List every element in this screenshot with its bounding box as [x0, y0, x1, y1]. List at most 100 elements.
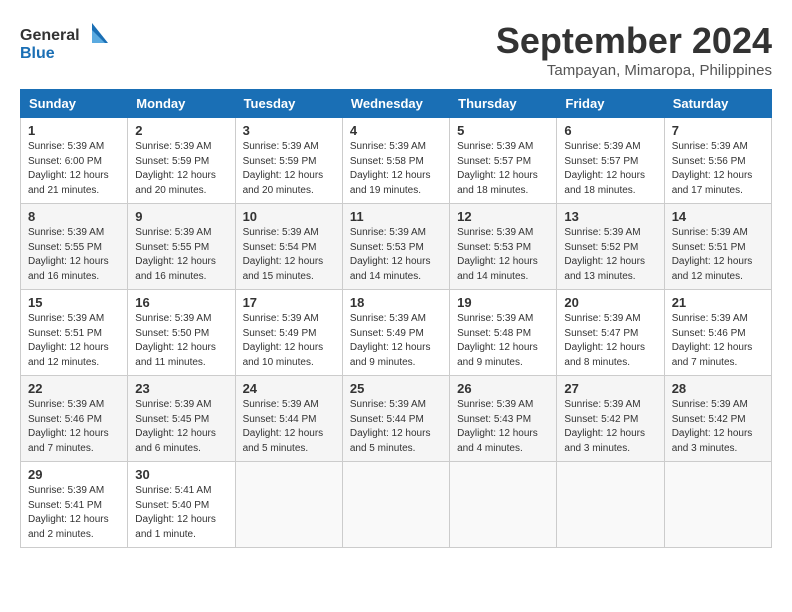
calendar-cell: 6 Sunrise: 5:39 AM Sunset: 5:57 PM Dayli… — [557, 118, 664, 204]
day-info: Sunrise: 5:39 AM Sunset: 5:43 PM Dayligh… — [457, 398, 549, 456]
calendar-cell: 1 Sunrise: 5:39 AM Sunset: 6:00 PM Dayli… — [21, 118, 128, 204]
calendar-cell: 15 Sunrise: 5:39 AM Sunset: 5:51 PM Dayl… — [21, 290, 128, 376]
calendar-cell: 4 Sunrise: 5:39 AM Sunset: 5:58 PM Dayli… — [342, 118, 449, 204]
day-info: Sunrise: 5:39 AM Sunset: 5:52 PM Dayligh… — [564, 226, 656, 284]
day-info: Sunrise: 5:39 AM Sunset: 5:50 PM Dayligh… — [135, 312, 227, 370]
calendar-cell: 8 Sunrise: 5:39 AM Sunset: 5:55 PM Dayli… — [21, 204, 128, 290]
calendar-cell: 7 Sunrise: 5:39 AM Sunset: 5:56 PM Dayli… — [664, 118, 771, 204]
weekday-header-row: Sunday Monday Tuesday Wednesday Thursday… — [21, 90, 772, 118]
day-number: 24 — [243, 381, 335, 396]
day-number: 21 — [672, 295, 764, 310]
calendar-cell: 9 Sunrise: 5:39 AM Sunset: 5:55 PM Dayli… — [128, 204, 235, 290]
day-number: 15 — [28, 295, 120, 310]
calendar-cell: 18 Sunrise: 5:39 AM Sunset: 5:49 PM Dayl… — [342, 290, 449, 376]
calendar-cell: 21 Sunrise: 5:39 AM Sunset: 5:46 PM Dayl… — [664, 290, 771, 376]
calendar-cell: 5 Sunrise: 5:39 AM Sunset: 5:57 PM Dayli… — [450, 118, 557, 204]
day-info: Sunrise: 5:39 AM Sunset: 5:44 PM Dayligh… — [350, 398, 442, 456]
day-number: 12 — [457, 209, 549, 224]
day-info: Sunrise: 5:39 AM Sunset: 5:45 PM Dayligh… — [135, 398, 227, 456]
day-number: 27 — [564, 381, 656, 396]
calendar-cell: 25 Sunrise: 5:39 AM Sunset: 5:44 PM Dayl… — [342, 376, 449, 462]
header-monday: Monday — [128, 90, 235, 118]
calendar-cell: 27 Sunrise: 5:39 AM Sunset: 5:42 PM Dayl… — [557, 376, 664, 462]
calendar-table: Sunday Monday Tuesday Wednesday Thursday… — [20, 89, 772, 548]
calendar-cell: 29 Sunrise: 5:39 AM Sunset: 5:41 PM Dayl… — [21, 462, 128, 548]
day-info: Sunrise: 5:39 AM Sunset: 5:46 PM Dayligh… — [672, 312, 764, 370]
calendar-row-5: 29 Sunrise: 5:39 AM Sunset: 5:41 PM Dayl… — [21, 462, 772, 548]
calendar-cell: 26 Sunrise: 5:39 AM Sunset: 5:43 PM Dayl… — [450, 376, 557, 462]
page-header: General Blue September 2024 Tampayan, Mi… — [20, 20, 772, 79]
day-number: 20 — [564, 295, 656, 310]
day-info: Sunrise: 5:39 AM Sunset: 5:42 PM Dayligh… — [672, 398, 764, 456]
calendar-cell: 22 Sunrise: 5:39 AM Sunset: 5:46 PM Dayl… — [21, 376, 128, 462]
day-number: 13 — [564, 209, 656, 224]
day-number: 5 — [457, 123, 549, 138]
calendar-cell: 17 Sunrise: 5:39 AM Sunset: 5:49 PM Dayl… — [235, 290, 342, 376]
day-info: Sunrise: 5:39 AM Sunset: 5:42 PM Dayligh… — [564, 398, 656, 456]
calendar-cell — [557, 462, 664, 548]
header-thursday: Thursday — [450, 90, 557, 118]
day-number: 25 — [350, 381, 442, 396]
calendar-cell — [235, 462, 342, 548]
day-info: Sunrise: 5:39 AM Sunset: 5:55 PM Dayligh… — [135, 226, 227, 284]
day-info: Sunrise: 5:41 AM Sunset: 5:40 PM Dayligh… — [135, 484, 227, 542]
day-info: Sunrise: 5:39 AM Sunset: 5:44 PM Dayligh… — [243, 398, 335, 456]
day-info: Sunrise: 5:39 AM Sunset: 5:53 PM Dayligh… — [350, 226, 442, 284]
day-info: Sunrise: 5:39 AM Sunset: 5:47 PM Dayligh… — [564, 312, 656, 370]
day-info: Sunrise: 5:39 AM Sunset: 5:59 PM Dayligh… — [135, 140, 227, 198]
day-number: 1 — [28, 123, 120, 138]
day-number: 8 — [28, 209, 120, 224]
day-info: Sunrise: 5:39 AM Sunset: 6:00 PM Dayligh… — [28, 140, 120, 198]
day-number: 18 — [350, 295, 442, 310]
day-info: Sunrise: 5:39 AM Sunset: 5:49 PM Dayligh… — [350, 312, 442, 370]
day-info: Sunrise: 5:39 AM Sunset: 5:51 PM Dayligh… — [672, 226, 764, 284]
day-info: Sunrise: 5:39 AM Sunset: 5:57 PM Dayligh… — [457, 140, 549, 198]
day-number: 14 — [672, 209, 764, 224]
day-info: Sunrise: 5:39 AM Sunset: 5:55 PM Dayligh… — [28, 226, 120, 284]
calendar-row-1: 1 Sunrise: 5:39 AM Sunset: 6:00 PM Dayli… — [21, 118, 772, 204]
day-number: 23 — [135, 381, 227, 396]
calendar-cell: 3 Sunrise: 5:39 AM Sunset: 5:59 PM Dayli… — [235, 118, 342, 204]
header-saturday: Saturday — [664, 90, 771, 118]
day-info: Sunrise: 5:39 AM Sunset: 5:57 PM Dayligh… — [564, 140, 656, 198]
day-number: 6 — [564, 123, 656, 138]
day-number: 22 — [28, 381, 120, 396]
day-info: Sunrise: 5:39 AM Sunset: 5:41 PM Dayligh… — [28, 484, 120, 542]
logo-svg: General Blue — [20, 20, 110, 65]
calendar-cell: 13 Sunrise: 5:39 AM Sunset: 5:52 PM Dayl… — [557, 204, 664, 290]
day-info: Sunrise: 5:39 AM Sunset: 5:58 PM Dayligh… — [350, 140, 442, 198]
calendar-cell — [342, 462, 449, 548]
header-friday: Friday — [557, 90, 664, 118]
day-number: 26 — [457, 381, 549, 396]
day-number: 7 — [672, 123, 764, 138]
header-wednesday: Wednesday — [342, 90, 449, 118]
day-number: 10 — [243, 209, 335, 224]
day-number: 11 — [350, 209, 442, 224]
location: Tampayan, Mimaropa, Philippines — [496, 62, 772, 79]
calendar-cell: 24 Sunrise: 5:39 AM Sunset: 5:44 PM Dayl… — [235, 376, 342, 462]
day-info: Sunrise: 5:39 AM Sunset: 5:56 PM Dayligh… — [672, 140, 764, 198]
calendar-cell: 28 Sunrise: 5:39 AM Sunset: 5:42 PM Dayl… — [664, 376, 771, 462]
day-number: 16 — [135, 295, 227, 310]
day-number: 30 — [135, 467, 227, 482]
day-number: 4 — [350, 123, 442, 138]
day-info: Sunrise: 5:39 AM Sunset: 5:46 PM Dayligh… — [28, 398, 120, 456]
calendar-row-3: 15 Sunrise: 5:39 AM Sunset: 5:51 PM Dayl… — [21, 290, 772, 376]
calendar-cell: 23 Sunrise: 5:39 AM Sunset: 5:45 PM Dayl… — [128, 376, 235, 462]
title-block: September 2024 Tampayan, Mimaropa, Phili… — [496, 20, 772, 79]
calendar-cell: 11 Sunrise: 5:39 AM Sunset: 5:53 PM Dayl… — [342, 204, 449, 290]
day-info: Sunrise: 5:39 AM Sunset: 5:54 PM Dayligh… — [243, 226, 335, 284]
day-number: 2 — [135, 123, 227, 138]
calendar-cell — [450, 462, 557, 548]
calendar-row-2: 8 Sunrise: 5:39 AM Sunset: 5:55 PM Dayli… — [21, 204, 772, 290]
calendar-cell: 16 Sunrise: 5:39 AM Sunset: 5:50 PM Dayl… — [128, 290, 235, 376]
day-number: 9 — [135, 209, 227, 224]
header-sunday: Sunday — [21, 90, 128, 118]
day-number: 19 — [457, 295, 549, 310]
calendar-cell — [664, 462, 771, 548]
day-info: Sunrise: 5:39 AM Sunset: 5:53 PM Dayligh… — [457, 226, 549, 284]
calendar-cell: 19 Sunrise: 5:39 AM Sunset: 5:48 PM Dayl… — [450, 290, 557, 376]
calendar-cell: 10 Sunrise: 5:39 AM Sunset: 5:54 PM Dayl… — [235, 204, 342, 290]
svg-text:Blue: Blue — [20, 45, 55, 62]
calendar-cell: 12 Sunrise: 5:39 AM Sunset: 5:53 PM Dayl… — [450, 204, 557, 290]
